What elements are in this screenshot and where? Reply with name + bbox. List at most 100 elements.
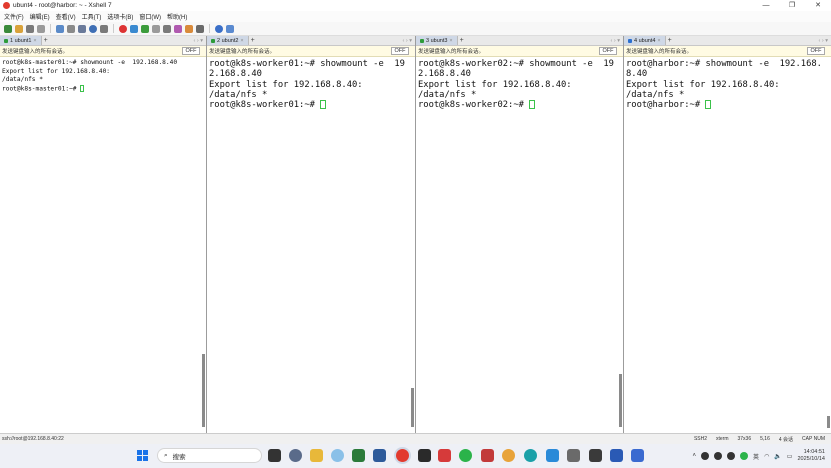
font-icon[interactable] [100, 24, 108, 33]
app-icon[interactable] [331, 449, 344, 462]
scrollbar[interactable] [202, 354, 205, 427]
close-tab-icon[interactable]: × [449, 38, 452, 44]
ime-indicator[interactable]: 英 [753, 452, 759, 461]
chat-icon[interactable] [226, 24, 234, 33]
app-icon[interactable] [438, 449, 451, 462]
tab-nav-arrows[interactable]: ‹ › ▾ [194, 36, 203, 46]
terminal-pane-2[interactable]: 2 ubunt2 × + ‹ › ▾ 发送键盘输入的所有会话。 OFF root… [207, 36, 416, 433]
task-view-icon[interactable] [268, 449, 281, 462]
tab-nav-arrows[interactable]: ‹ › ▾ [819, 36, 828, 46]
wechat-tray-icon[interactable] [740, 452, 749, 460]
menu-edit[interactable]: 编辑(E) [30, 12, 50, 21]
menu-tools[interactable]: 工具(T) [82, 12, 102, 21]
app-icon[interactable] [546, 449, 559, 462]
send-toggle-button[interactable]: OFF [182, 47, 200, 55]
terminal-output[interactable]: root@k8s-worker01:~# showmount -e 19 2.16… [207, 57, 415, 112]
wechat-icon[interactable] [459, 449, 472, 462]
terminal-output[interactable]: root@harbor:~# showmount -e 192.168. 8.40… [624, 57, 831, 112]
close-tab-icon[interactable]: × [657, 38, 660, 44]
settings-icon[interactable] [289, 449, 302, 462]
restore-button[interactable]: ❐ [779, 0, 805, 11]
lock-icon[interactable] [152, 24, 160, 33]
file-explorer-icon[interactable] [310, 449, 323, 462]
tab-nav-arrows[interactable]: ‹ › ▾ [611, 36, 620, 46]
app-icon[interactable] [418, 449, 431, 462]
send-toggle-button[interactable]: OFF [391, 47, 409, 55]
tab-nav-arrows[interactable]: ‹ › ▾ [403, 36, 412, 46]
layout-icon[interactable] [196, 24, 204, 33]
tab-ubunt2[interactable]: 2 ubunt2 × [207, 36, 249, 45]
terminal-output[interactable]: root@k8s-master01:~# showmount -e 192.16… [0, 57, 206, 96]
battery-icon[interactable]: ▭ [787, 453, 793, 460]
send-keyboard-bar: 发送键盘输入的所有会话。 OFF [416, 46, 623, 57]
send-keyboard-bar: 发送键盘输入的所有会话。 OFF [207, 46, 415, 57]
taskbar-search[interactable]: ⌕ 搜索 [157, 448, 262, 463]
tab-ubunt1[interactable]: 1 ubunt1 × [0, 36, 42, 45]
new-tab-button[interactable]: + [460, 37, 464, 44]
menu-window[interactable]: 窗口(W) [139, 12, 161, 21]
terminal-output[interactable]: root@k8s-worker02:~# showmount -e 19 2.16… [416, 57, 623, 112]
terminal-pane-3[interactable]: 3 ubunt3 × + ‹ › ▾ 发送键盘输入的所有会话。 OFF root… [416, 36, 624, 433]
minimize-button[interactable]: — [753, 0, 779, 11]
protocol-status: SSH2 [693, 435, 707, 442]
terminal-cursor [320, 100, 327, 110]
qq-icon[interactable] [701, 452, 710, 460]
app-icon[interactable] [567, 449, 580, 462]
scrollbar[interactable] [411, 388, 414, 427]
menu-view[interactable]: 查看(V) [56, 12, 76, 21]
app-icon[interactable] [631, 449, 644, 462]
clock[interactable]: 14:04:51 2025/10/14 [797, 449, 825, 463]
script-icon[interactable] [174, 24, 182, 33]
wifi-icon[interactable]: ◠ [764, 453, 769, 460]
new-tab-button[interactable]: + [44, 37, 48, 44]
tab-ubunt3[interactable]: 3 ubunt3 × [416, 36, 458, 45]
keyboard-icon[interactable] [163, 24, 171, 33]
copy-icon[interactable] [56, 24, 64, 33]
close-tab-icon[interactable]: × [33, 38, 36, 44]
unlink-icon[interactable] [37, 24, 45, 33]
send-toggle-button[interactable]: OFF [807, 47, 825, 55]
find-icon[interactable] [67, 24, 75, 33]
tunnel-icon[interactable] [130, 24, 138, 33]
search-icon: ⌕ [164, 451, 168, 459]
help-icon[interactable] [215, 24, 223, 33]
tab-ubunt4[interactable]: 4 ubunt4 × [624, 36, 666, 45]
open-folder-icon[interactable] [15, 24, 23, 33]
edge-icon[interactable] [524, 449, 537, 462]
close-tab-icon[interactable]: × [240, 38, 243, 44]
new-tab-button[interactable]: + [668, 37, 672, 44]
globe-icon[interactable] [89, 24, 97, 33]
xftp-icon[interactable] [119, 24, 127, 33]
chrome-icon[interactable] [502, 449, 515, 462]
app-icon[interactable] [481, 449, 494, 462]
menu-file[interactable]: 文件(F) [4, 12, 24, 21]
menu-help[interactable]: 帮助(H) [167, 12, 187, 21]
terminal-pane-4[interactable]: 4 ubunt4 × + ‹ › ▾ 发送键盘输入的所有会话。 OFF root… [624, 36, 831, 433]
qq-icon[interactable] [714, 452, 723, 460]
terminal-cursor [80, 84, 85, 92]
app-icon[interactable] [589, 449, 602, 462]
tab-row-3: 3 ubunt3 × + ‹ › ▾ [416, 36, 623, 46]
qq-icon[interactable] [727, 452, 736, 460]
menu-bar: 文件(F) 编辑(E) 查看(V) 工具(T) 选项卡(B) 窗口(W) 帮助(… [0, 11, 831, 22]
xshell-taskbar-icon[interactable] [396, 449, 409, 462]
app-icon[interactable] [352, 449, 365, 462]
windows-start-icon[interactable] [137, 450, 149, 462]
menu-tabs[interactable]: 选项卡(B) [107, 12, 133, 21]
speaker-icon[interactable]: 🔈 [774, 453, 781, 460]
vscode-icon[interactable] [373, 449, 386, 462]
print-icon[interactable] [78, 24, 86, 33]
close-button[interactable]: ✕ [805, 0, 831, 11]
scrollbar[interactable] [827, 416, 830, 428]
terminal-pane-1[interactable]: 1 ubunt1 × + ‹ › ▾ 发送键盘输入的所有会话。 OFF root… [0, 36, 207, 433]
new-tab-button[interactable]: + [251, 37, 255, 44]
send-toggle-button[interactable]: OFF [599, 47, 617, 55]
scrollbar[interactable] [619, 374, 622, 427]
link-icon[interactable] [26, 24, 34, 33]
new-session-icon[interactable] [4, 24, 12, 33]
word-icon[interactable] [610, 449, 623, 462]
terminal-cursor [705, 100, 712, 110]
fullscreen-icon[interactable] [141, 24, 149, 33]
tray-expand-icon[interactable]: ˄ [693, 453, 697, 459]
compose-icon[interactable] [185, 24, 193, 33]
